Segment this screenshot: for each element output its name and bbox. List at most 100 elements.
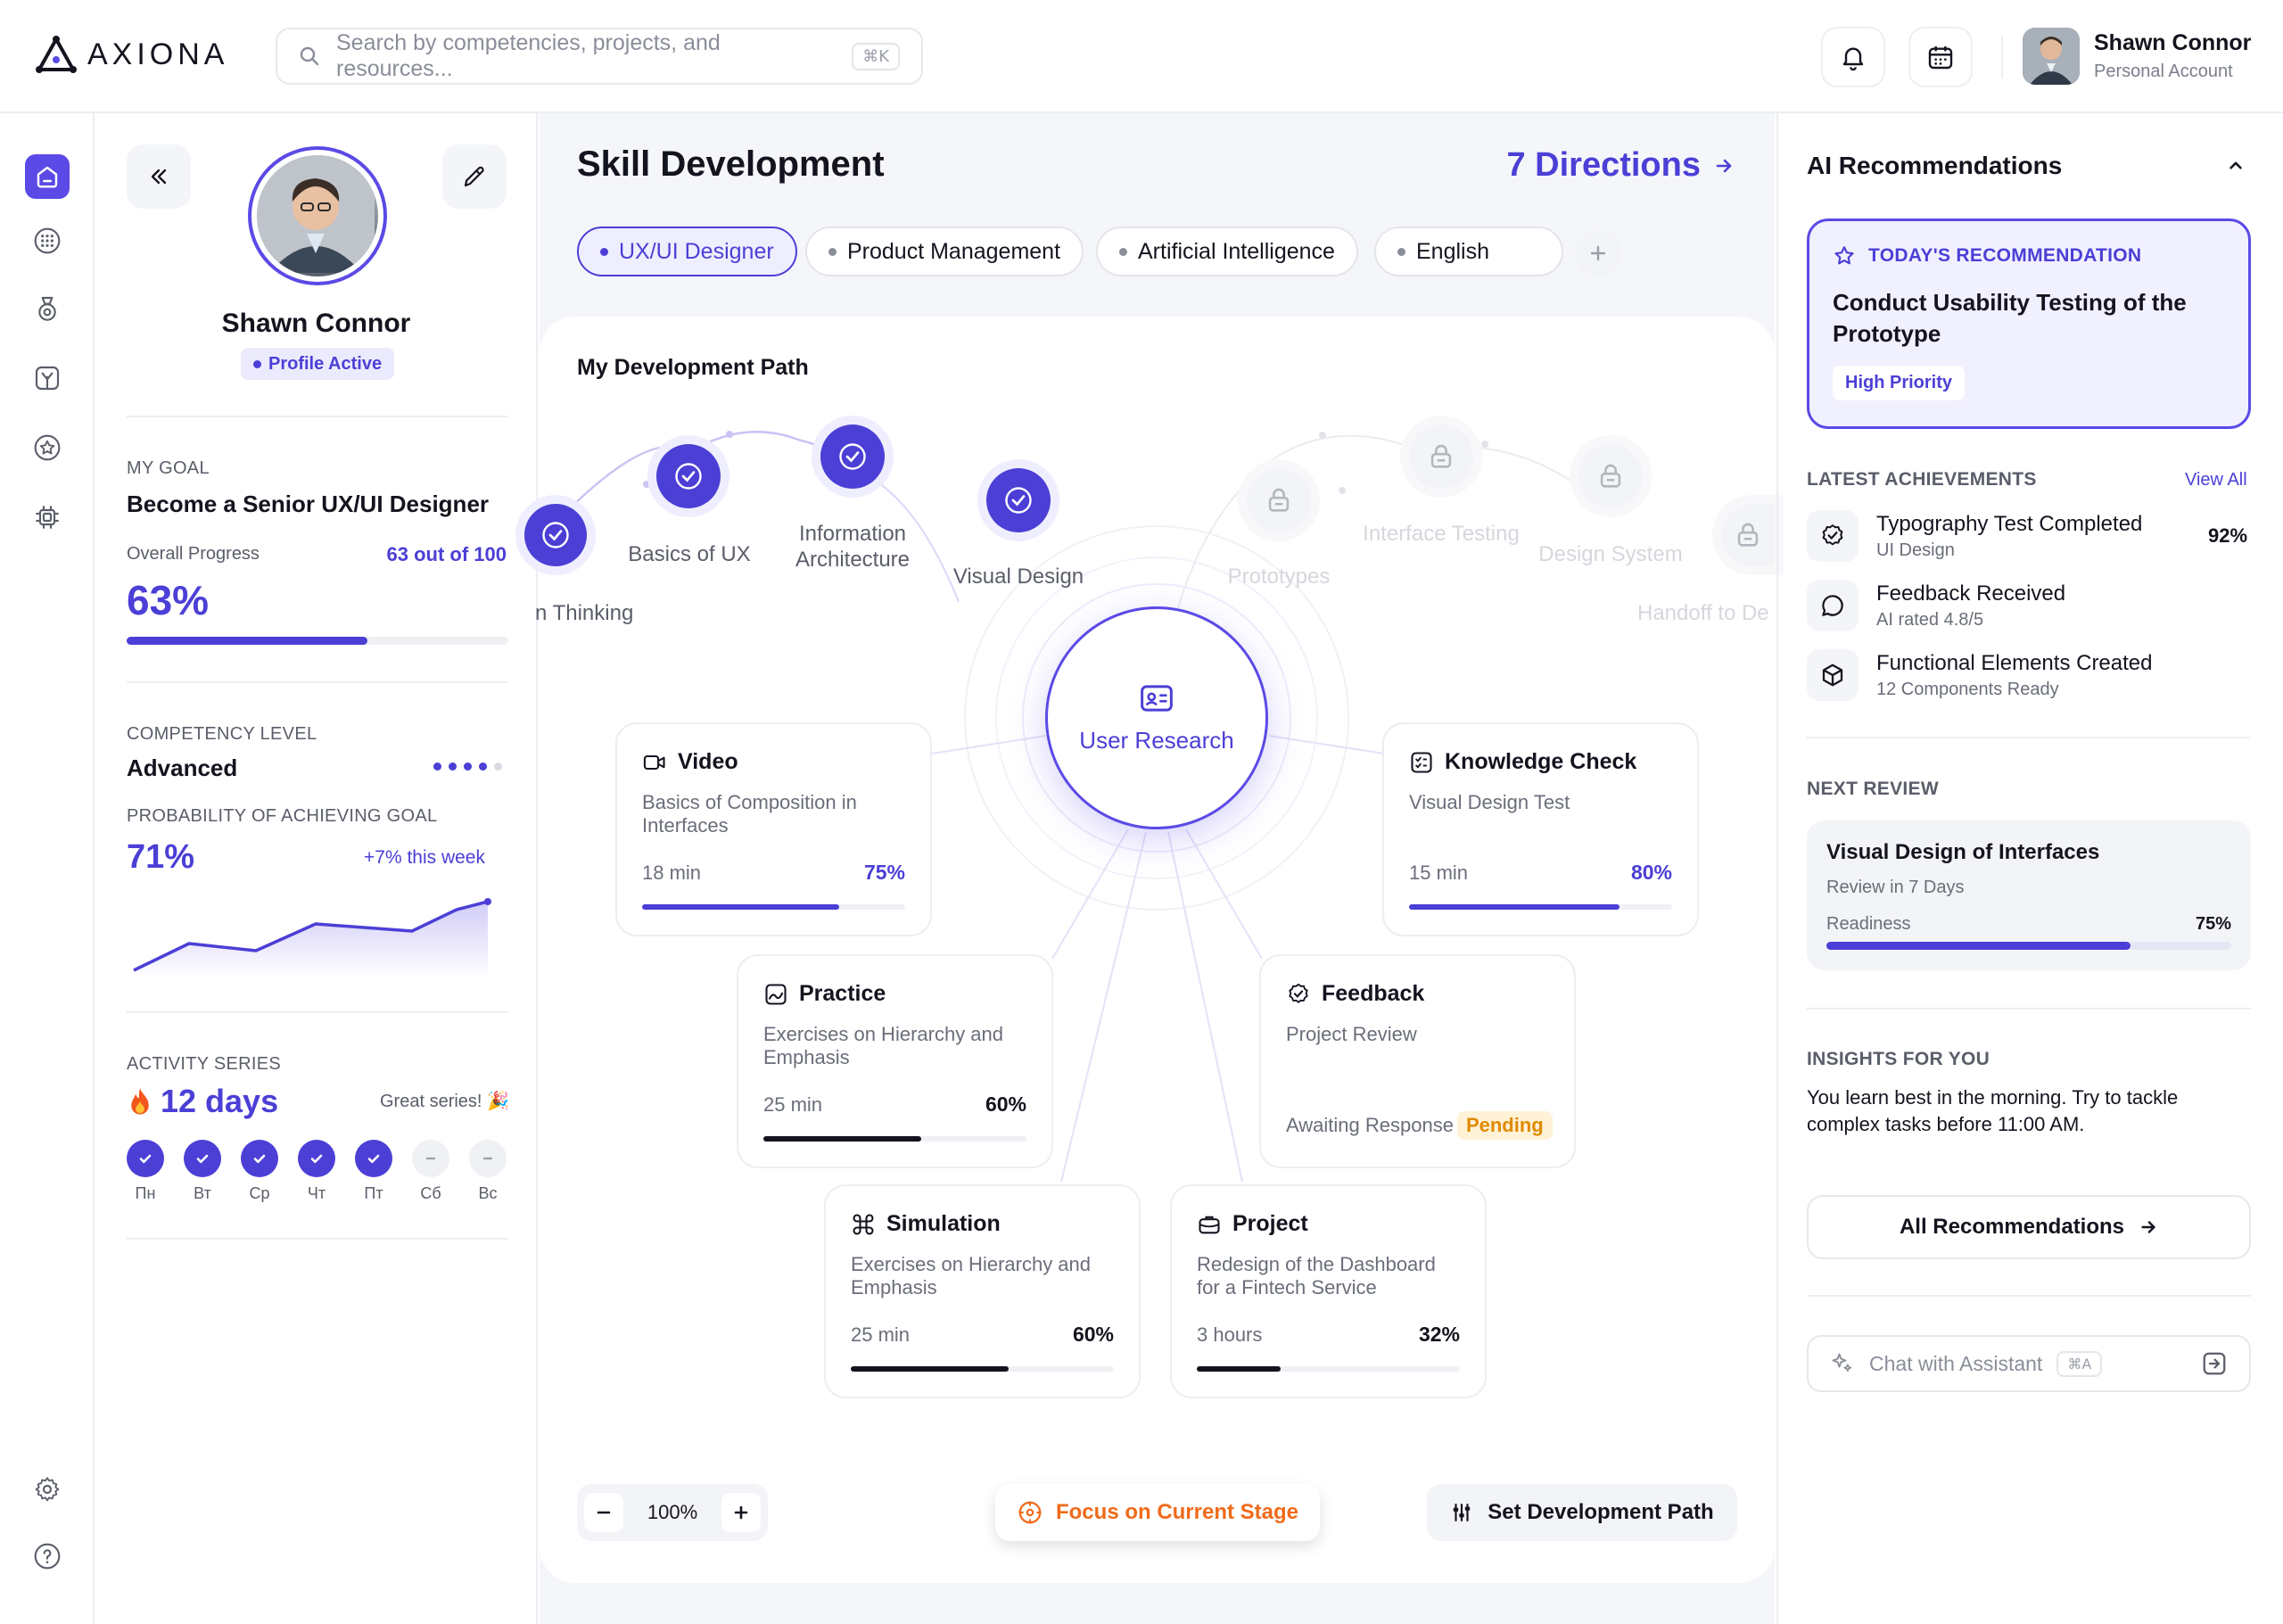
- achievement-icon: [1807, 649, 1859, 701]
- path-node-label: n Thinking: [535, 601, 634, 625]
- card-percent: 80%: [1630, 861, 1672, 884]
- path-node-done[interactable]: [524, 504, 587, 566]
- focus-label: Focus on Current Stage: [1055, 1500, 1299, 1524]
- user-menu[interactable]: Shawn Connor Personal Account: [2023, 28, 2251, 85]
- zoom-level: 100%: [647, 1501, 698, 1523]
- send-icon[interactable]: [2201, 1350, 2228, 1377]
- todays-recommendation-card[interactable]: TODAY'S RECOMMENDATION Conduct Usability…: [1807, 218, 2251, 429]
- chat-input[interactable]: Chat with Assistant ⌘A: [1807, 1335, 2251, 1392]
- competency-dot: [479, 763, 487, 771]
- next-review-card[interactable]: Visual Design of Interfaces Review in 7 …: [1807, 820, 2251, 970]
- dots-grid-icon: [34, 227, 61, 254]
- search-bar[interactable]: Search by competencies, projects, and re…: [276, 28, 923, 85]
- collapse-ai-button[interactable]: [2224, 153, 2247, 181]
- nav-home[interactable]: [25, 154, 70, 199]
- achievement-value: 92%: [2208, 524, 2248, 547]
- card-practice[interactable]: Practice Exercises on Hierarchy and Emph…: [737, 954, 1053, 1168]
- achievement-icon: [1807, 510, 1859, 562]
- goal-text: Become a Senior UX/UI Designer: [127, 490, 490, 517]
- card-feedback[interactable]: Feedback Project Review Awaiting Respons…: [1259, 954, 1576, 1168]
- readiness-value: 75%: [2195, 914, 2231, 934]
- check-circle-icon: [542, 522, 569, 548]
- lock-icon: [1737, 523, 1759, 547]
- path-connections: [540, 431, 1602, 1183]
- nav-grid[interactable]: [27, 220, 68, 261]
- card-progress: [851, 1366, 1114, 1372]
- collapse-button[interactable]: [127, 144, 191, 209]
- nav-favorites[interactable]: [27, 427, 68, 468]
- command-icon: [853, 1213, 874, 1235]
- add-chip-button[interactable]: [1575, 230, 1621, 276]
- home-icon: [37, 166, 58, 188]
- nav-achievements[interactable]: [27, 288, 68, 329]
- weekday-pending: [412, 1140, 449, 1177]
- logo[interactable]: AXIONA: [36, 36, 228, 73]
- weekday-label: Пт: [364, 1184, 383, 1202]
- chip-product[interactable]: Product Management: [805, 227, 1084, 276]
- calendar-button[interactable]: [1908, 27, 1973, 87]
- nav-skills[interactable]: [27, 358, 68, 399]
- card-project[interactable]: Project Redesign of the Dashboard for a …: [1170, 1184, 1487, 1398]
- lock-icon: [1268, 488, 1290, 512]
- card-title: Knowledge Check: [1445, 749, 1637, 774]
- weekday-done: [298, 1140, 335, 1177]
- weekday-done: [184, 1140, 221, 1177]
- achievement-icon: [1807, 580, 1859, 631]
- path-node-done[interactable]: [986, 468, 1051, 532]
- set-development-path-button[interactable]: Set Development Path: [1427, 1484, 1737, 1541]
- card-progress: [763, 1136, 1026, 1142]
- goal-caption: MY GOAL: [127, 458, 210, 478]
- pencil-icon: [464, 166, 484, 187]
- tree-icon: [35, 366, 60, 391]
- card-progress-fill: [763, 1136, 921, 1142]
- card-duration: 25 min: [851, 1323, 911, 1346]
- edit-profile-button[interactable]: [442, 144, 507, 209]
- chip-ux-ui[interactable]: UX/UI Designer: [577, 227, 797, 276]
- chip-label: Product Management: [847, 238, 1061, 264]
- chip-ai[interactable]: Artificial Intelligence: [1096, 227, 1358, 276]
- all-recommendations-button[interactable]: All Recommendations: [1807, 1195, 2251, 1259]
- path-node-locked: [1409, 425, 1473, 489]
- calendar-icon: [1928, 46, 1953, 70]
- card-duration: 15 min: [1409, 861, 1469, 884]
- card-progress: [642, 904, 905, 910]
- video-icon: [643, 754, 665, 770]
- path-node-done[interactable]: [656, 444, 721, 508]
- status-dot: [253, 359, 261, 368]
- card-simulation[interactable]: Simulation Exercises on Hierarchy and Em…: [824, 1184, 1141, 1398]
- directions-label: 7 Directions: [1506, 146, 1701, 184]
- zoom-out-button[interactable]: [584, 1493, 623, 1532]
- rec-text: Conduct Usability Testing of the Prototy…: [1833, 289, 2187, 348]
- nav-ai[interactable]: [27, 497, 68, 538]
- card-video[interactable]: Video Basics of Composition in Interface…: [615, 722, 932, 936]
- path-node-done[interactable]: [820, 425, 885, 489]
- ai-panel-title: AI Recommendations: [1807, 152, 2063, 179]
- probability-value: 71%: [127, 838, 195, 876]
- dash-icon: [482, 1157, 493, 1160]
- nav-help[interactable]: [27, 1536, 68, 1577]
- notifications-button[interactable]: [1821, 27, 1885, 87]
- nav-settings[interactable]: [27, 1469, 68, 1510]
- directions-link[interactable]: 7 Directions: [1506, 146, 1735, 185]
- view-all-link[interactable]: View All: [2185, 470, 2247, 490]
- divider: [127, 1238, 508, 1240]
- competency-dot: [449, 763, 457, 771]
- streak-value: 12 days: [161, 1083, 279, 1119]
- card-description: Visual Design Test: [1409, 791, 1570, 813]
- zoom-in-button[interactable]: [721, 1493, 761, 1532]
- focus-current-stage-button[interactable]: Focus on Current Stage: [995, 1484, 1320, 1541]
- search-input[interactable]: Search by competencies, projects, and re…: [336, 30, 836, 82]
- plus-icon: [734, 1505, 748, 1520]
- pending-badge: Pending: [1456, 1111, 1553, 1140]
- competency-value: Advanced: [127, 754, 238, 781]
- chevrons-left-icon: [151, 169, 167, 185]
- insights-text: You learn best in the morning. Try to ta…: [1807, 1086, 2179, 1135]
- avatar: [2023, 28, 2080, 85]
- card-knowledge-check[interactable]: Knowledge Check Visual Design Test 15 mi…: [1382, 722, 1699, 936]
- nav-rail: [0, 113, 95, 1624]
- chip-icon: [36, 506, 59, 529]
- path-node-locked: [1578, 444, 1643, 508]
- chip-english[interactable]: English: [1374, 227, 1563, 276]
- weekday-label: Вт: [194, 1184, 211, 1202]
- current-stage-hub[interactable]: User Research: [1045, 606, 1268, 829]
